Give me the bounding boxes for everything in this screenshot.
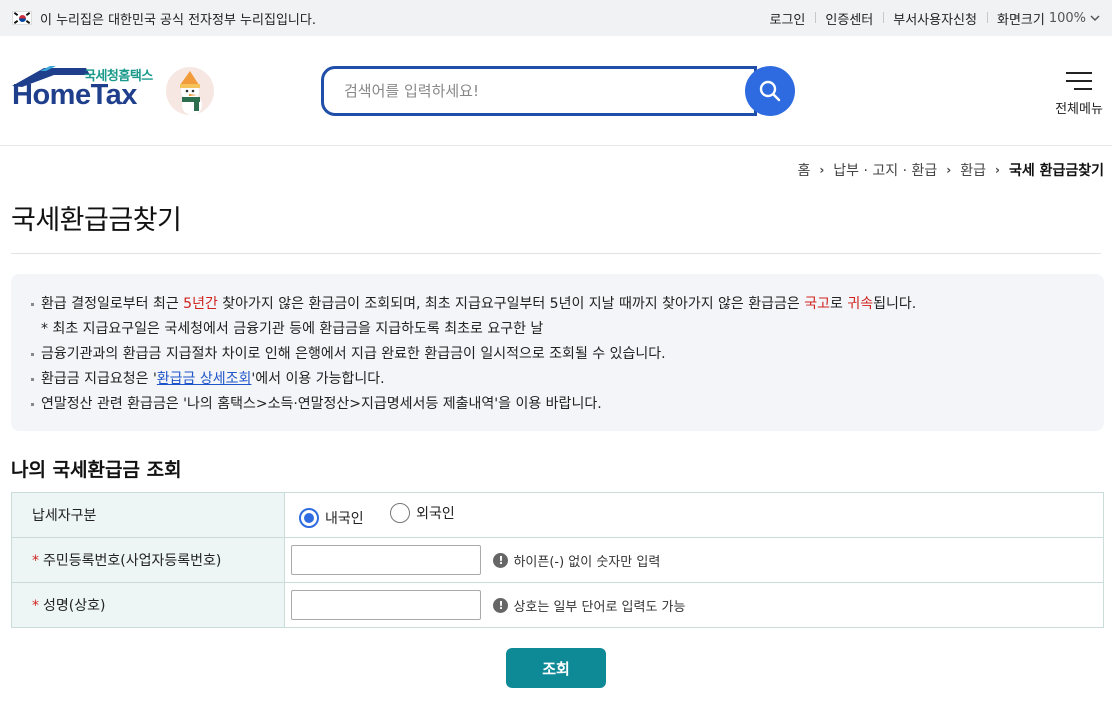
taxpayer-type-label: 납세자구분 — [11, 492, 285, 538]
all-menu-button[interactable]: 전체메뉴 — [1054, 66, 1104, 117]
chevron-down-icon — [1090, 15, 1100, 22]
radio-checked-icon — [299, 507, 319, 528]
name-label: 성명(상호) — [43, 598, 106, 614]
form-row-taxpayer-type: 납세자구분 내국인 외국인 — [11, 492, 1104, 538]
refund-detail-link[interactable]: 환급금 상세조회 — [157, 371, 252, 387]
info-icon: ! — [493, 552, 509, 568]
form-row-name: * 성명(상호) ! 상호는 일부 단어로 입력도 가능 — [11, 582, 1104, 628]
info-item: 연말정산 관련 환급금은 '나의 홈택스>소득·연말정산>지급명세서등 제출내역… — [31, 392, 1084, 417]
id-number-label: 주민등록번호(사업자등록번호) — [43, 553, 222, 569]
info-item: 환급 결정일로부터 최근 5년간 찾아가지 않은 환급금이 조회되며, 최초 지… — [31, 292, 1084, 317]
gov-notice-bar: 이 누리집은 대한민국 공식 전자정부 누리집입니다. 로그인 인증센터 부서사… — [0, 0, 1112, 36]
info-note: * 최초 지급요구일은 국세청에서 금융기관 등에 환급금을 지급하도록 최초로… — [41, 321, 544, 337]
page-title: 국세환급금찾기 — [11, 198, 1101, 254]
id-number-hint: ! 하이픈(-) 없이 숫자만 입력 — [493, 551, 660, 570]
section-title: 나의 국세환급금 조회 — [11, 459, 182, 481]
info-item: 금융기관과의 환급금 지급절차 차이로 인해 은행에서 지급 완료한 환급금이 … — [31, 342, 1084, 367]
zoom-value: 100% — [1048, 10, 1086, 26]
hometax-logo[interactable]: 국세청홈택스 HomeTax — [10, 63, 320, 119]
zoom-control[interactable]: 화면크기 100% — [986, 9, 1100, 28]
info-icon: ! — [493, 597, 509, 613]
search-submit-button[interactable]: 조회 — [506, 648, 606, 688]
snowman-mascot-icon — [166, 66, 214, 115]
id-number-input[interactable] — [291, 545, 481, 575]
korea-flag-icon — [12, 11, 32, 25]
certificate-center-link[interactable]: 인증센터 — [815, 9, 883, 28]
info-box: 환급 결정일로부터 최근 5년간 찾아가지 않은 환급금이 조회되며, 최초 지… — [11, 274, 1104, 431]
breadcrumb: 홈 › 납부 · 고지 · 환급 › 환급 › 국세 환급금찾기 — [0, 146, 1112, 194]
breadcrumb-refund[interactable]: 환급 — [960, 160, 986, 180]
gov-notice-text: 이 누리집은 대한민국 공식 전자정부 누리집입니다. — [40, 12, 316, 28]
name-hint: ! 상호는 일부 단어로 입력도 가능 — [493, 596, 685, 615]
gov-notice: 이 누리집은 대한민국 공식 전자정부 누리집입니다. — [12, 9, 316, 28]
breadcrumb-current: 국세 환급금찾기 — [1008, 163, 1104, 179]
radio-domestic[interactable]: 내국인 — [299, 507, 364, 528]
search-bar — [321, 66, 795, 116]
search-input[interactable] — [321, 66, 757, 116]
site-header: 국세청홈택스 HomeTax 전체메뉴 — [0, 36, 1112, 146]
radio-foreigner[interactable]: 외국인 — [390, 502, 455, 523]
breadcrumb-separator-icon: › — [946, 163, 952, 177]
login-link[interactable]: 로그인 — [760, 9, 816, 28]
breadcrumb-home[interactable]: 홈 — [797, 160, 810, 180]
radio-unchecked-icon — [390, 502, 411, 523]
info-item: 환급금 지급요청은 '환급금 상세조회'에서 이용 가능합니다. — [31, 367, 1084, 392]
required-mark: * — [32, 598, 39, 614]
required-mark: * — [32, 553, 39, 569]
breadcrumb-separator-icon: › — [995, 163, 1000, 177]
form-row-id-number: * 주민등록번호(사업자등록번호) ! 하이픈(-) 없이 숫자만 입력 — [11, 537, 1104, 583]
search-icon — [759, 80, 781, 102]
logo-title: HomeTax — [12, 78, 137, 111]
all-menu-label: 전체메뉴 — [1055, 102, 1103, 117]
name-input[interactable] — [291, 590, 481, 620]
search-button[interactable] — [745, 66, 795, 116]
refund-search-form: 납세자구분 내국인 외국인 * 주민등록번호(사업자등록번호) ! 하이픈(-) 없… — [11, 492, 1104, 628]
dept-user-apply-link[interactable]: 부서사용자신청 — [883, 9, 987, 28]
breadcrumb-payment[interactable]: 납부 · 고지 · 환급 — [833, 160, 937, 180]
zoom-label: 화면크기 — [996, 12, 1045, 28]
breadcrumb-separator-icon: › — [819, 163, 825, 177]
hamburger-icon — [1066, 72, 1092, 90]
